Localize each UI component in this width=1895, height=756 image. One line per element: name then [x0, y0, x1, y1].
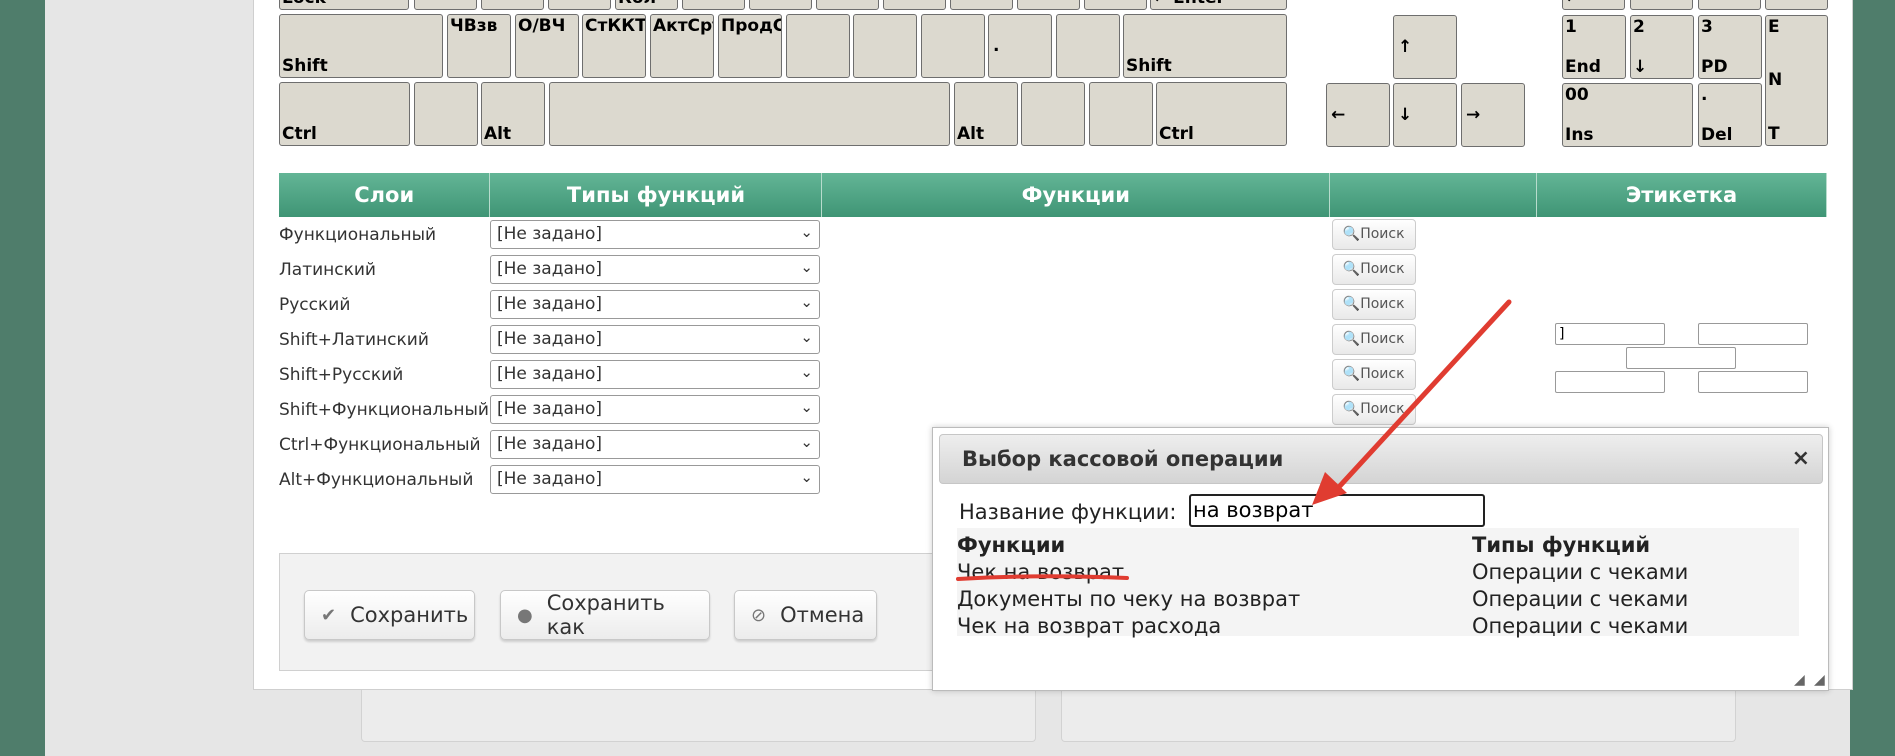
arrow-annotation-icon: [1335, 299, 1512, 491]
arrowhead-annotation-icon: [1312, 472, 1347, 505]
underline-annotation: [956, 574, 1129, 581]
annotation-overlay: [956, 299, 1512, 581]
